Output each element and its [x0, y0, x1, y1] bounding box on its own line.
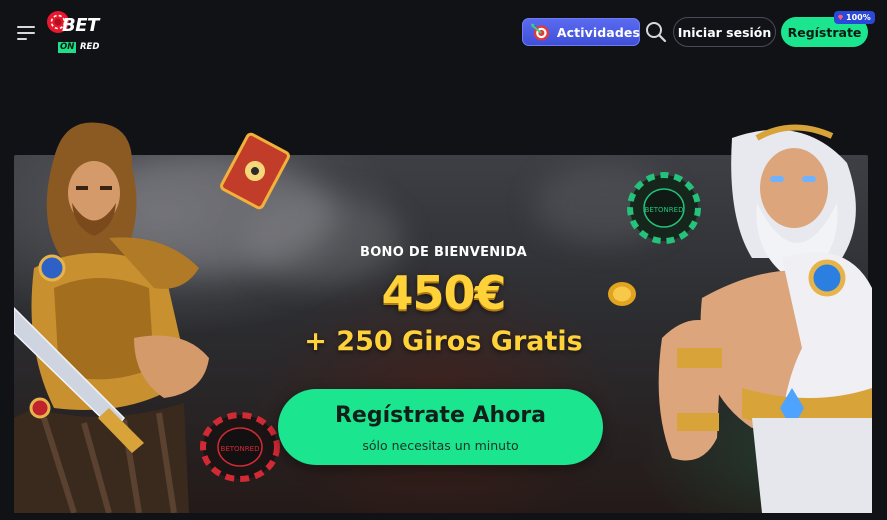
search-icon[interactable]: [644, 20, 668, 44]
register-bonus-badge: 100%: [834, 11, 875, 24]
activities-label: Actividades: [556, 24, 640, 40]
hamburger-menu-icon[interactable]: [17, 24, 35, 40]
logo-text-on: ON: [58, 42, 77, 53]
login-button[interactable]: Iniciar sesión: [673, 17, 776, 47]
target-dart-icon: [530, 23, 549, 41]
betonred-logo[interactable]: BET ON RED: [44, 10, 110, 54]
free-spins-text: + 250 Giros Gratis: [304, 326, 583, 357]
badge-label: 100%: [846, 13, 871, 22]
gem-icon: [837, 14, 844, 21]
ticket-decoration-icon: [220, 132, 290, 210]
register-now-button[interactable]: Regístrate Ahora sólo necesitas un minut…: [278, 389, 603, 465]
bonus-subtitle: BONO DE BIENVENIDA: [359, 245, 528, 260]
bonus-amount: 450€: [381, 266, 506, 320]
red-casino-chip-icon: BETONRED: [200, 412, 280, 482]
register-now-sublabel: sólo necesitas un minuto: [362, 438, 519, 453]
chip-brand-text: BETONRED: [221, 445, 260, 453]
top-navigation-bar: BET ON RED Actividades Iniciar sesión Re…: [0, 0, 887, 64]
logo-text-red: RED: [80, 42, 100, 52]
register-now-label: Regístrate Ahora: [334, 403, 547, 428]
logo-text-bet: BET: [62, 15, 99, 36]
activities-button[interactable]: Actividades: [522, 18, 640, 46]
login-label: Iniciar sesión: [677, 24, 772, 40]
register-label: Regístrate: [787, 24, 862, 40]
